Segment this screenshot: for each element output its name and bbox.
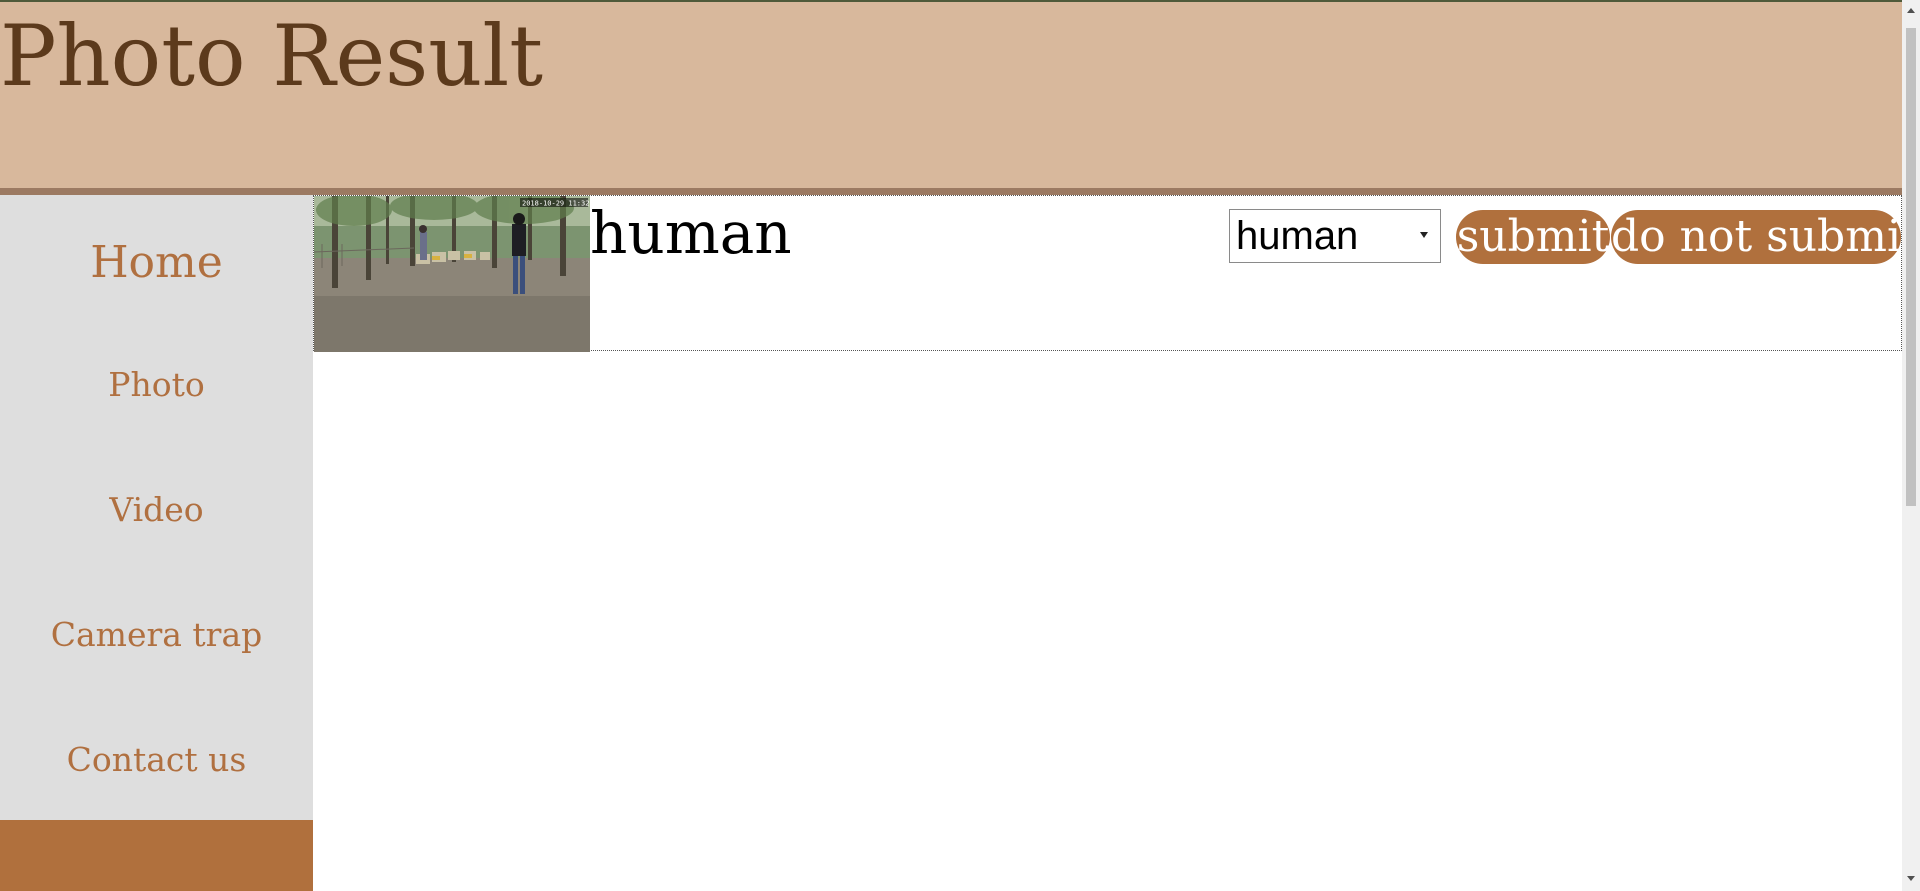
sidebar-item-photo[interactable]: Photo [0,360,313,410]
sidebar-footer [0,820,313,891]
page-title: Photo Result [0,7,544,105]
scroll-down-icon[interactable] [1907,876,1915,881]
detected-label: human [590,199,792,267]
class-select[interactable]: human [1229,209,1441,263]
sidebar: Home Photo Video Camera trap Contact us [0,195,313,820]
header: Photo Result [0,2,1902,188]
do-not-submit-button[interactable]: do not submit [1611,210,1919,264]
scroll-up-icon[interactable] [1907,8,1915,13]
submit-button[interactable]: submit [1456,210,1610,264]
chevron-down-icon [1420,232,1428,238]
sidebar-item-camera-trap[interactable]: Camera trap [0,610,313,660]
result-thumbnail[interactable]: 2018-10-29 11:32:34 [314,196,590,352]
sidebar-item-video[interactable]: Video [0,485,313,535]
scrollbar-thumb[interactable] [1906,28,1916,506]
page: Photo Result Home Photo Video Camera tra… [0,0,1920,891]
sidebar-item-home[interactable]: Home [0,231,313,295]
result-row: 2018-10-29 11:32:34 human human submit d… [313,195,1919,352]
vertical-scrollbar[interactable] [1902,0,1920,891]
header-divider [0,188,1902,195]
photo-timestamp: 2018-10-29 11:32:34 [522,200,590,208]
sidebar-item-contact-us[interactable]: Contact us [0,735,313,785]
forest-photo-image: 2018-10-29 11:32:34 [314,196,590,352]
class-select-value: human [1236,214,1359,258]
